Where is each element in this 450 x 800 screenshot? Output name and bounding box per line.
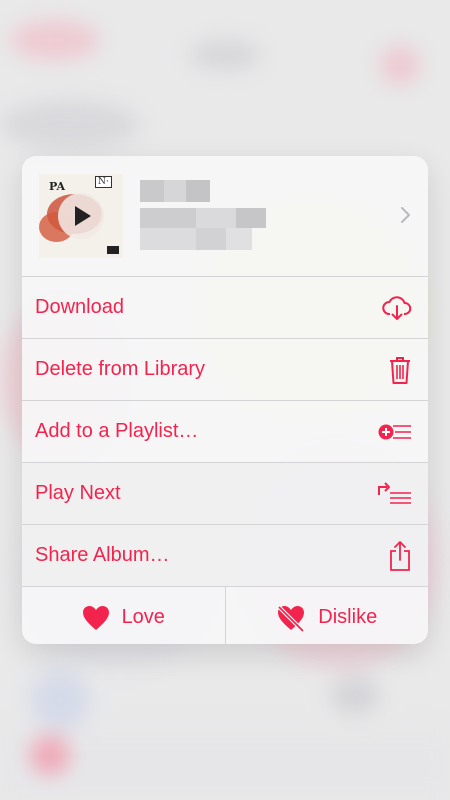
add-to-playlist-icon: [378, 424, 411, 439]
album-header[interactable]: PA N·: [22, 156, 428, 277]
delete-label: Delete from Library: [35, 358, 206, 380]
download-label: Download: [35, 296, 124, 318]
add-to-playlist-menu-item[interactable]: Add to a Playlist…: [22, 401, 428, 463]
download-menu-item[interactable]: Download: [22, 277, 428, 339]
play-button[interactable]: [58, 193, 104, 239]
dislike-label: Dislike: [318, 606, 378, 628]
album-artwork: PA N·: [39, 174, 123, 258]
add-to-playlist-label: Add to a Playlist…: [35, 420, 199, 442]
share-album-menu-item[interactable]: Share Album…: [22, 525, 428, 587]
dislike-button[interactable]: Dislike: [224, 587, 429, 644]
rating-row: Love Dislike: [22, 587, 428, 644]
share-icon: [390, 540, 410, 571]
album-context-menu: PA N· Download Delete from Library Add t…: [22, 156, 428, 644]
play-next-label: Play Next: [35, 482, 121, 504]
trash-icon: [390, 356, 410, 384]
play-next-icon: [378, 481, 411, 504]
cloud-download-icon: [382, 295, 412, 320]
share-album-label: Share Album…: [35, 544, 170, 566]
heart-icon: [82, 605, 109, 630]
broken-heart-icon: [277, 605, 305, 632]
chevron-right-icon: [401, 207, 410, 223]
play-next-menu-item[interactable]: Play Next: [22, 463, 428, 525]
love-label: Love: [121, 606, 165, 628]
love-button[interactable]: Love: [22, 587, 225, 644]
delete-from-library-menu-item[interactable]: Delete from Library: [22, 339, 428, 401]
play-icon: [75, 206, 91, 226]
